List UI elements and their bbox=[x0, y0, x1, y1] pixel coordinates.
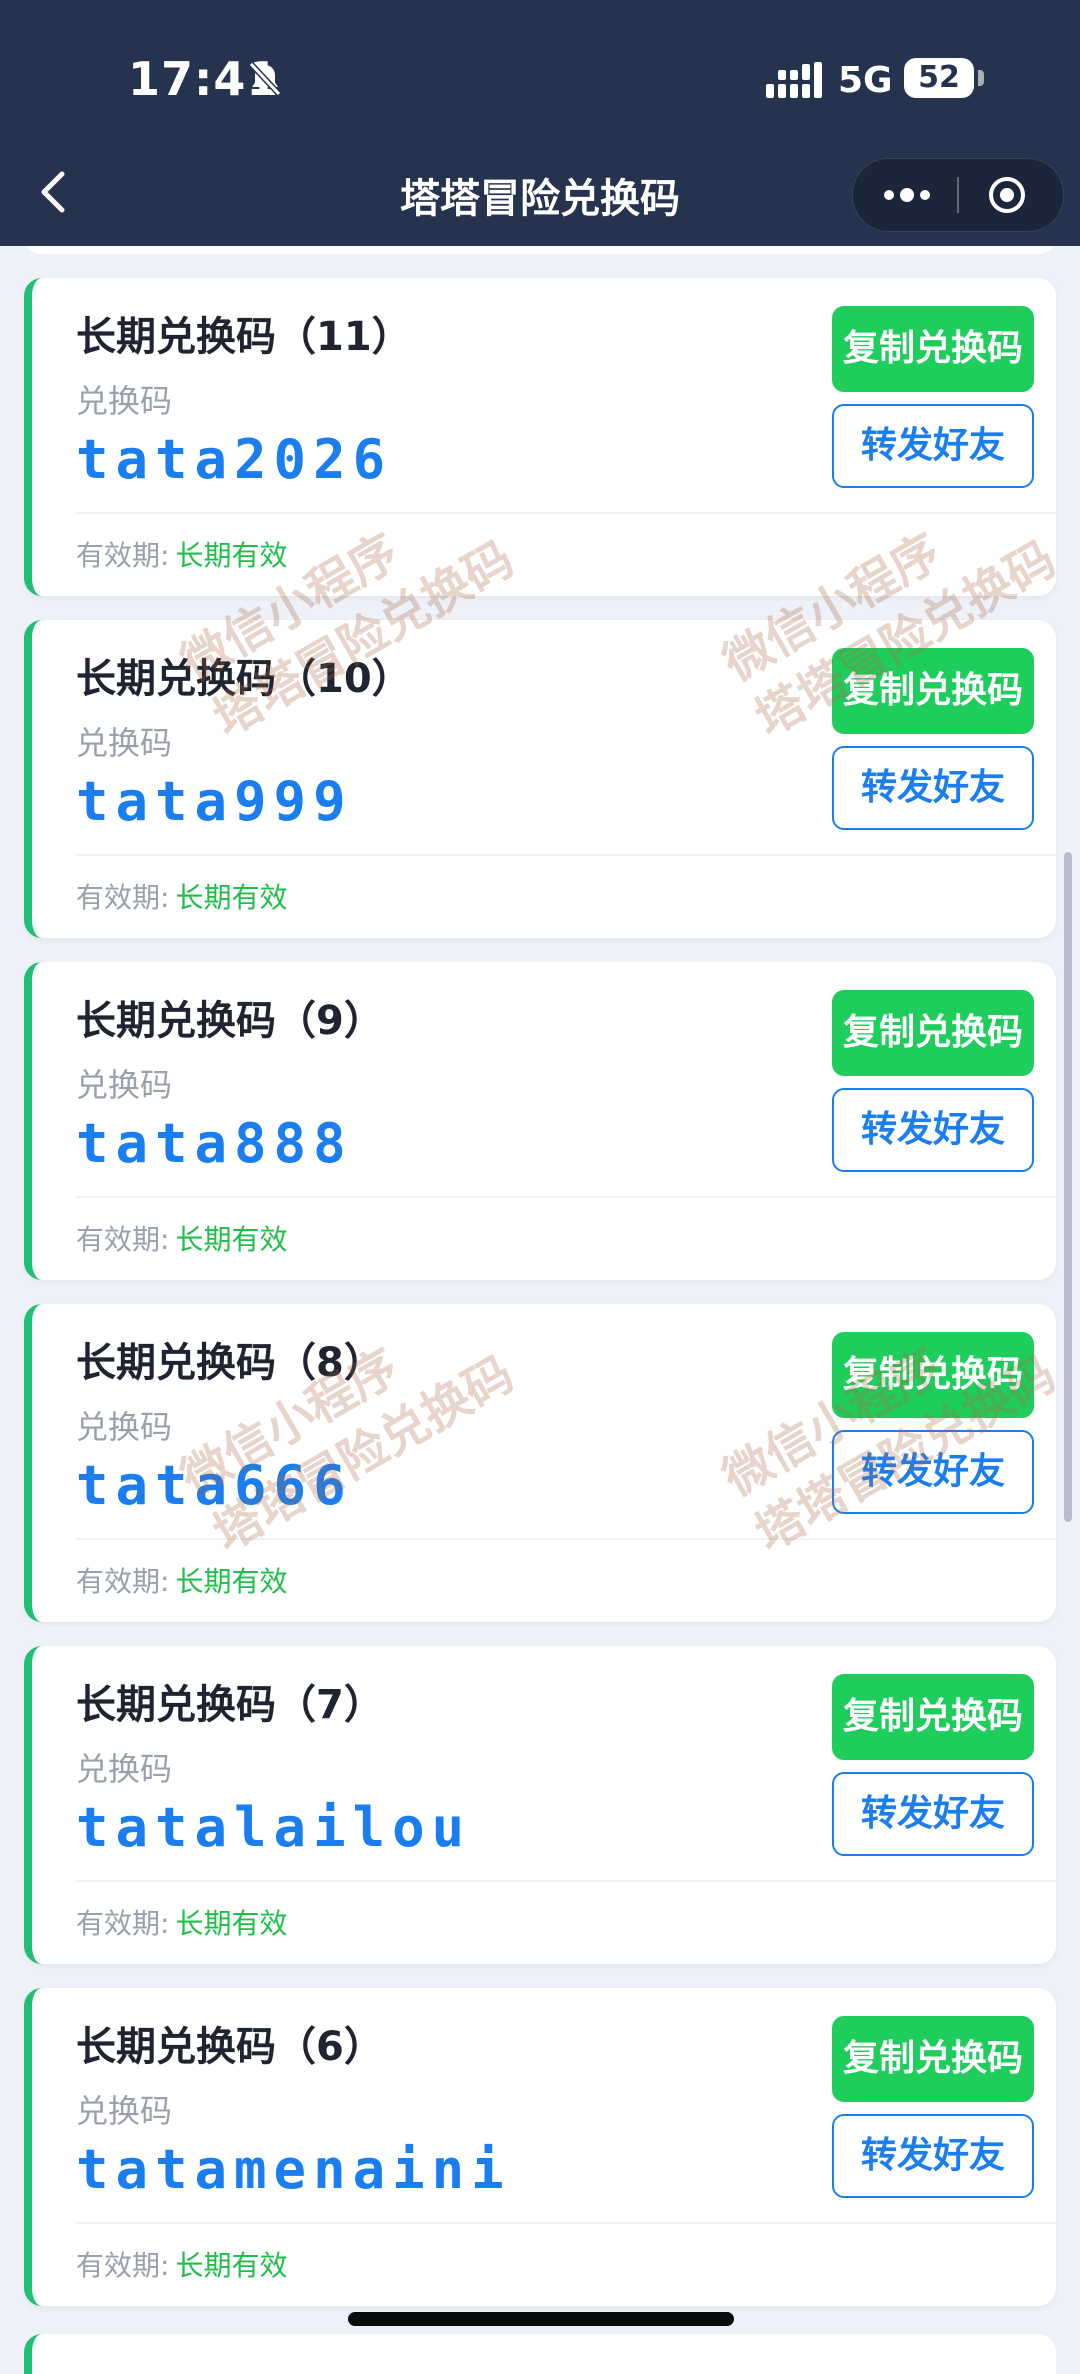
validity-value: 长期有效 bbox=[175, 1907, 288, 1940]
card-sub-label: 兑换码 bbox=[76, 1408, 173, 1446]
redeem-code: tatalailou bbox=[76, 1796, 472, 1859]
validity-label: 有效期: bbox=[76, 2249, 170, 2282]
validity-label: 有效期: bbox=[76, 539, 170, 572]
share-friend-button[interactable]: 转发好友 bbox=[832, 1088, 1034, 1172]
validity-label: 有效期: bbox=[76, 1223, 170, 1256]
card-title: 长期兑换码（8） bbox=[76, 1340, 384, 1386]
validity-value: 长期有效 bbox=[175, 1565, 288, 1598]
card-divider bbox=[76, 854, 1060, 856]
signal-icon bbox=[766, 62, 822, 98]
validity: 有效期: 长期有效 bbox=[76, 2244, 287, 2284]
card-sub-label: 兑换码 bbox=[76, 724, 173, 762]
code-card: 长期兑换码（9） 兑换码 tata888 有效期: 长期有效 复制兑换码 转发好友 bbox=[24, 962, 1060, 1280]
card-divider bbox=[76, 512, 1060, 514]
code-card: 长期兑换码（7） 兑换码 tatalailou 有效期: 长期有效 复制兑换码 转… bbox=[24, 1646, 1060, 1964]
network-type: 5G bbox=[838, 60, 893, 101]
card-sub-label: 兑换码 bbox=[76, 2092, 173, 2130]
validity: 有效期: 长期有效 bbox=[76, 876, 287, 916]
copy-code-button[interactable]: 复制兑换码 bbox=[832, 2016, 1034, 2102]
copy-code-button[interactable]: 复制兑换码 bbox=[832, 1674, 1034, 1760]
share-friend-button[interactable]: 转发好友 bbox=[832, 2114, 1034, 2198]
copy-code-button[interactable]: 复制兑换码 bbox=[832, 648, 1034, 734]
battery-tip bbox=[978, 70, 984, 86]
validity: 有效期: 长期有效 bbox=[76, 1902, 287, 1942]
validity: 有效期: 长期有效 bbox=[76, 1218, 287, 1258]
card-divider bbox=[76, 1196, 1060, 1198]
next-card-edge bbox=[24, 2334, 1056, 2374]
validity-value: 长期有效 bbox=[175, 1223, 288, 1256]
card-title: 长期兑换码（6） bbox=[76, 2024, 384, 2070]
share-friend-button[interactable]: 转发好友 bbox=[832, 404, 1034, 488]
share-friend-button[interactable]: 转发好友 bbox=[832, 1772, 1034, 1856]
target-icon[interactable] bbox=[987, 175, 1027, 215]
copy-code-button[interactable]: 复制兑换码 bbox=[832, 990, 1034, 1076]
card-title: 长期兑换码（10） bbox=[76, 656, 412, 702]
code-card: 长期兑换码（6） 兑换码 tatamenaini 有效期: 长期有效 复制兑换码 … bbox=[24, 1988, 1060, 2306]
capsule-divider bbox=[957, 177, 959, 213]
code-card: 长期兑换码（10） 兑换码 tata999 有效期: 长期有效 复制兑换码 转发好… bbox=[24, 620, 1060, 938]
validity-label: 有效期: bbox=[76, 881, 170, 914]
code-list-scroll[interactable]: 长期兑换码（11） 兑换码 tata2026 有效期: 长期有效 复制兑换码 转发… bbox=[0, 246, 1080, 2347]
validity-value: 长期有效 bbox=[175, 2249, 288, 2282]
top-bar: 17:41 5G 52 塔塔冒险兑换码 bbox=[0, 0, 1080, 246]
copy-code-button[interactable]: 复制兑换码 bbox=[832, 1332, 1034, 1418]
card-sub-label: 兑换码 bbox=[76, 1750, 173, 1788]
redeem-code: tata888 bbox=[76, 1112, 353, 1175]
redeem-code: tata999 bbox=[76, 770, 353, 833]
validity-value: 长期有效 bbox=[175, 539, 288, 572]
card-sub-label: 兑换码 bbox=[76, 1066, 173, 1104]
mini-program-capsule bbox=[852, 158, 1064, 232]
bell-muted-icon bbox=[248, 61, 282, 97]
more-icon[interactable] bbox=[881, 181, 933, 209]
code-card: 长期兑换码（8） 兑换码 tata666 有效期: 长期有效 复制兑换码 转发好友 bbox=[24, 1304, 1060, 1622]
redeem-code: tatamenaini bbox=[76, 2138, 511, 2201]
card-divider bbox=[76, 2222, 1060, 2224]
card-title: 长期兑换码（11） bbox=[76, 314, 412, 360]
share-friend-button[interactable]: 转发好友 bbox=[832, 746, 1034, 830]
redeem-code: tata666 bbox=[76, 1454, 353, 1517]
battery-level: 52 bbox=[904, 58, 974, 98]
validity: 有效期: 长期有效 bbox=[76, 534, 287, 574]
card-divider bbox=[76, 1880, 1060, 1882]
validity-label: 有效期: bbox=[76, 1565, 170, 1598]
card-sub-label: 兑换码 bbox=[76, 382, 173, 420]
validity-label: 有效期: bbox=[76, 1907, 170, 1940]
copy-code-button[interactable]: 复制兑换码 bbox=[832, 306, 1034, 392]
redeem-code: tata2026 bbox=[76, 428, 393, 491]
card-divider bbox=[76, 1538, 1060, 1540]
code-list: 长期兑换码（11） 兑换码 tata2026 有效期: 长期有效 复制兑换码 转发… bbox=[24, 278, 1060, 2330]
validity: 有效期: 长期有效 bbox=[76, 1560, 287, 1600]
card-title: 长期兑换码（9） bbox=[76, 998, 384, 1044]
share-friend-button[interactable]: 转发好友 bbox=[832, 1430, 1034, 1514]
scrollbar[interactable] bbox=[1064, 852, 1072, 1522]
card-title: 长期兑换码（7） bbox=[76, 1682, 384, 1728]
validity-value: 长期有效 bbox=[175, 881, 288, 914]
home-indicator[interactable] bbox=[348, 2312, 734, 2326]
code-card: 长期兑换码（11） 兑换码 tata2026 有效期: 长期有效 复制兑换码 转发… bbox=[24, 278, 1060, 596]
previous-card-edge bbox=[24, 246, 1056, 254]
